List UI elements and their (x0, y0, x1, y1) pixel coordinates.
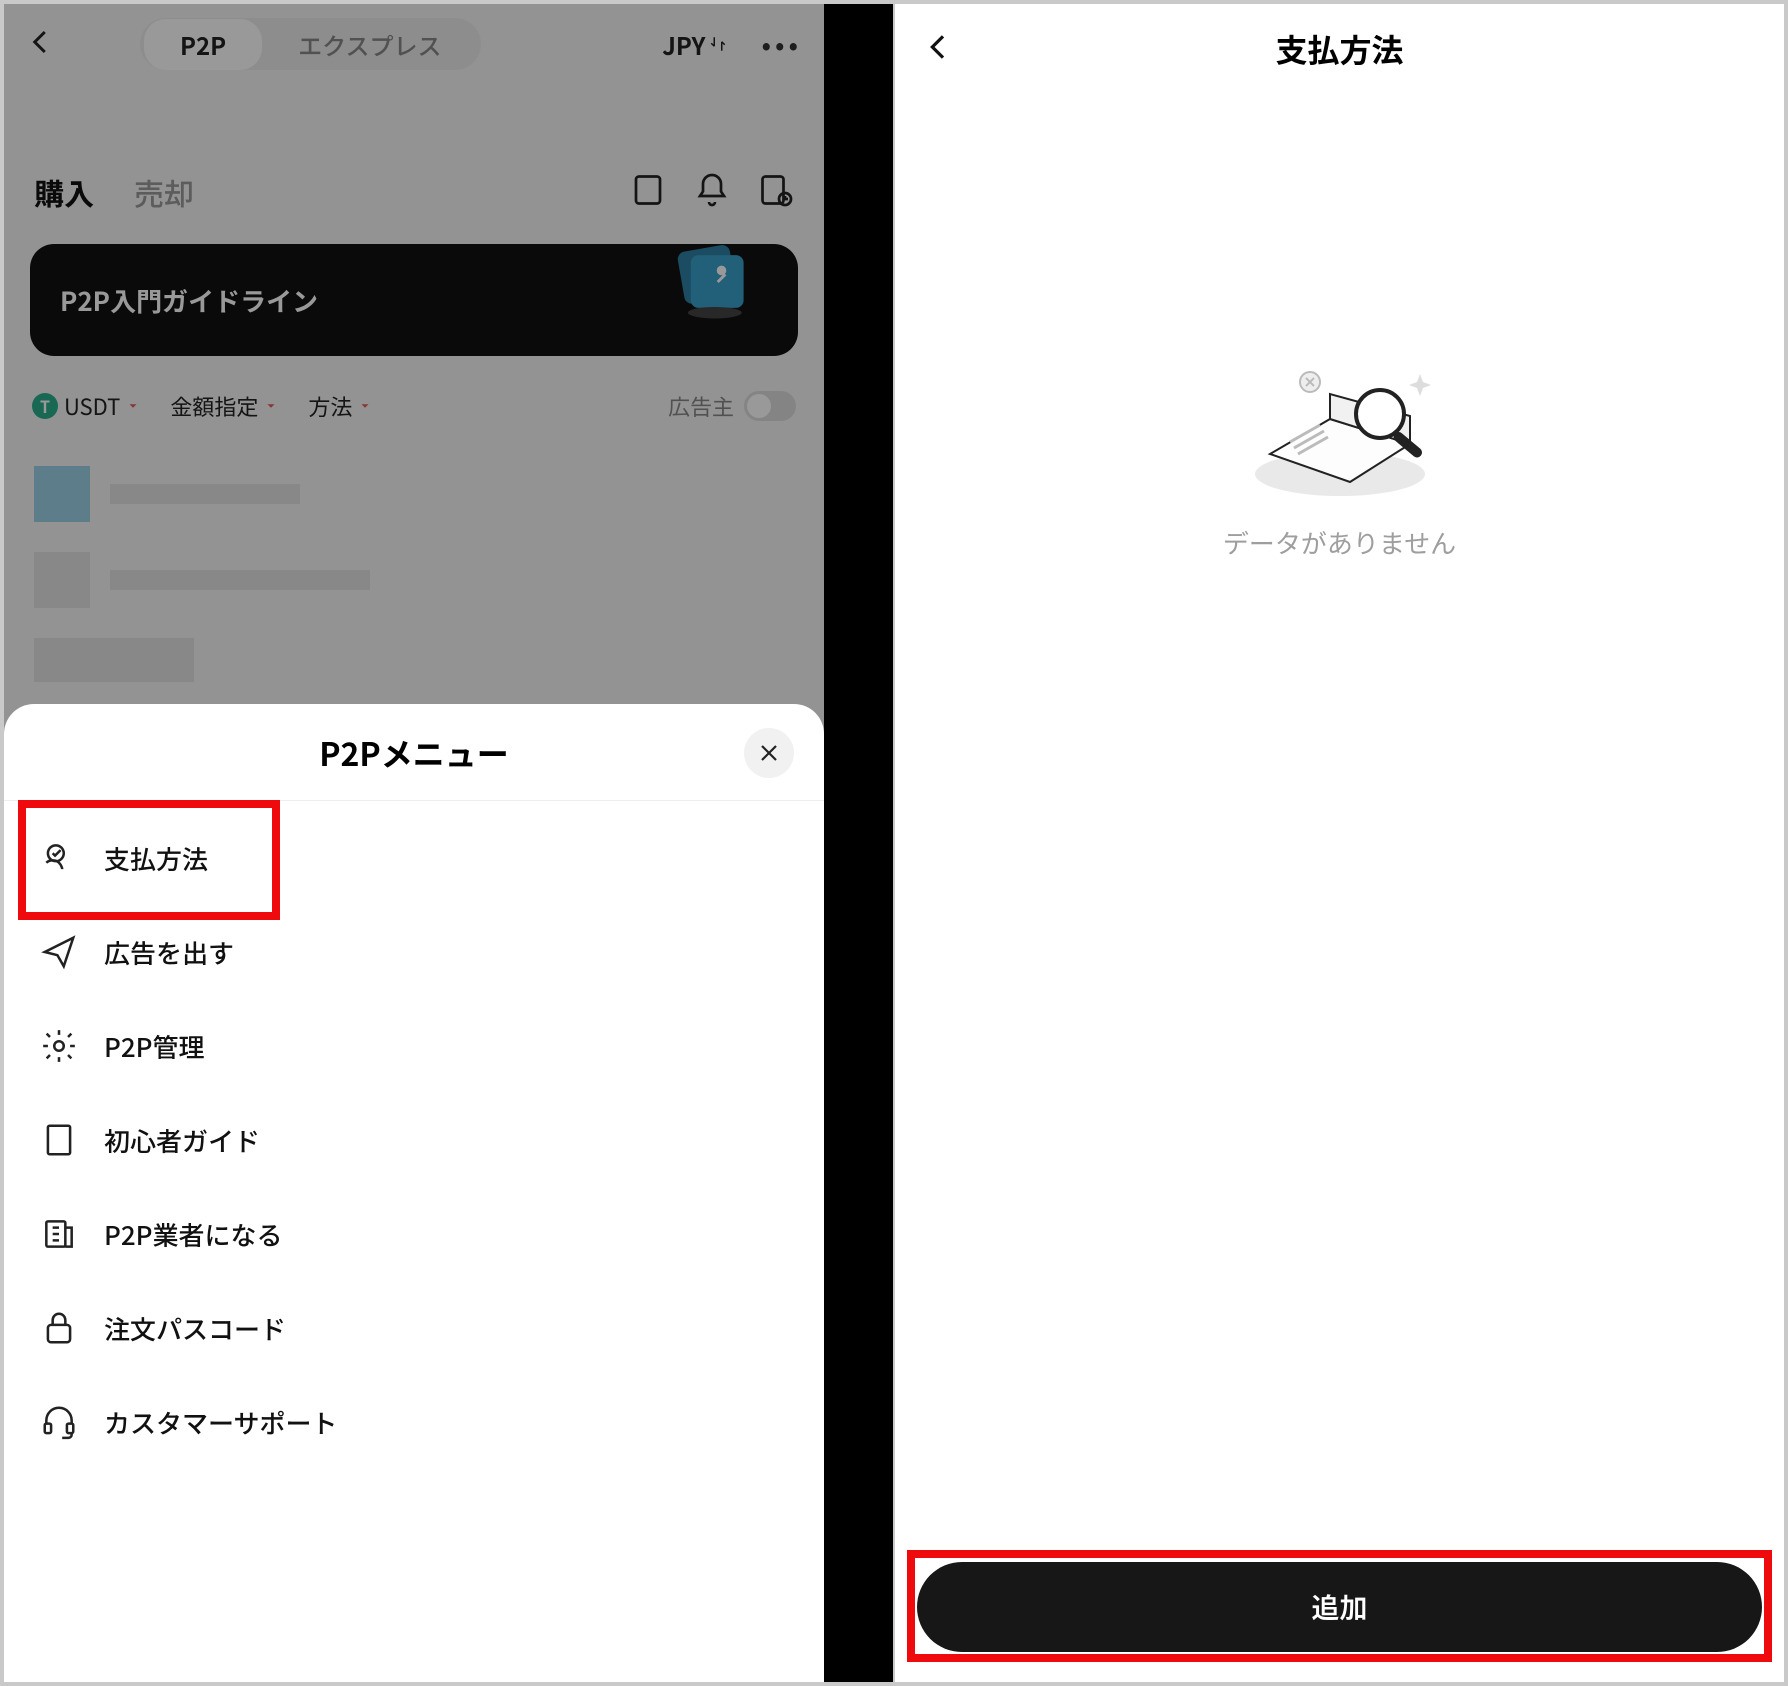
merchant-icon (40, 1215, 78, 1253)
menu-item-p2p-manage[interactable]: P2P管理 (4, 999, 824, 1093)
menu-label: P2P管理 (104, 1028, 205, 1065)
add-button-wrap: 追加 (917, 1562, 1762, 1652)
menu-list: 支払方法 広告を出す P2P管理 初心者ガイド P2P業者になる (4, 801, 824, 1479)
empty-state-text: データがありません (1223, 524, 1456, 561)
headset-icon (40, 1403, 78, 1441)
menu-item-beginner-guide[interactable]: 初心者ガイド (4, 1093, 824, 1187)
send-icon (40, 933, 78, 971)
menu-label: 注文パスコード (104, 1310, 286, 1347)
close-sheet-button[interactable] (744, 728, 794, 778)
menu-item-become-merchant[interactable]: P2P業者になる (4, 1187, 824, 1281)
menu-label: 広告を出す (104, 934, 234, 971)
p2p-menu-sheet: P2Pメニュー 支払方法 広告を出す P2P管理 (4, 704, 824, 1682)
empty-state: データがありません (895, 334, 1784, 561)
left-screen: P2P エクスプレス JPY ••• 購入 売却 P2P入 (4, 4, 893, 1682)
lock-icon (40, 1309, 78, 1347)
no-data-illustration-icon (1230, 334, 1450, 504)
menu-label: 支払方法 (104, 840, 208, 877)
page-title: 支払方法 (895, 26, 1784, 72)
add-button[interactable]: 追加 (917, 1562, 1762, 1652)
gear-icon (40, 1027, 78, 1065)
menu-item-post-ad[interactable]: 広告を出す (4, 905, 824, 999)
menu-label: P2P業者になる (104, 1216, 283, 1253)
menu-item-payment-method[interactable]: 支払方法 (4, 811, 824, 905)
payment-icon (40, 839, 78, 877)
close-icon (757, 741, 781, 765)
guide-icon (40, 1121, 78, 1159)
sheet-title: P2Pメニュー (319, 730, 509, 776)
right-screen: 支払方法 データがありません 追加 (893, 4, 1784, 1682)
menu-label: カスタマーサポート (104, 1404, 337, 1441)
menu-item-support[interactable]: カスタマーサポート (4, 1375, 824, 1469)
menu-item-passcode[interactable]: 注文パスコード (4, 1281, 824, 1375)
menu-label: 初心者ガイド (104, 1122, 260, 1159)
right-topbar: 支払方法 (895, 4, 1784, 84)
sheet-header: P2Pメニュー (4, 730, 824, 801)
add-button-label: 追加 (1311, 1587, 1367, 1627)
